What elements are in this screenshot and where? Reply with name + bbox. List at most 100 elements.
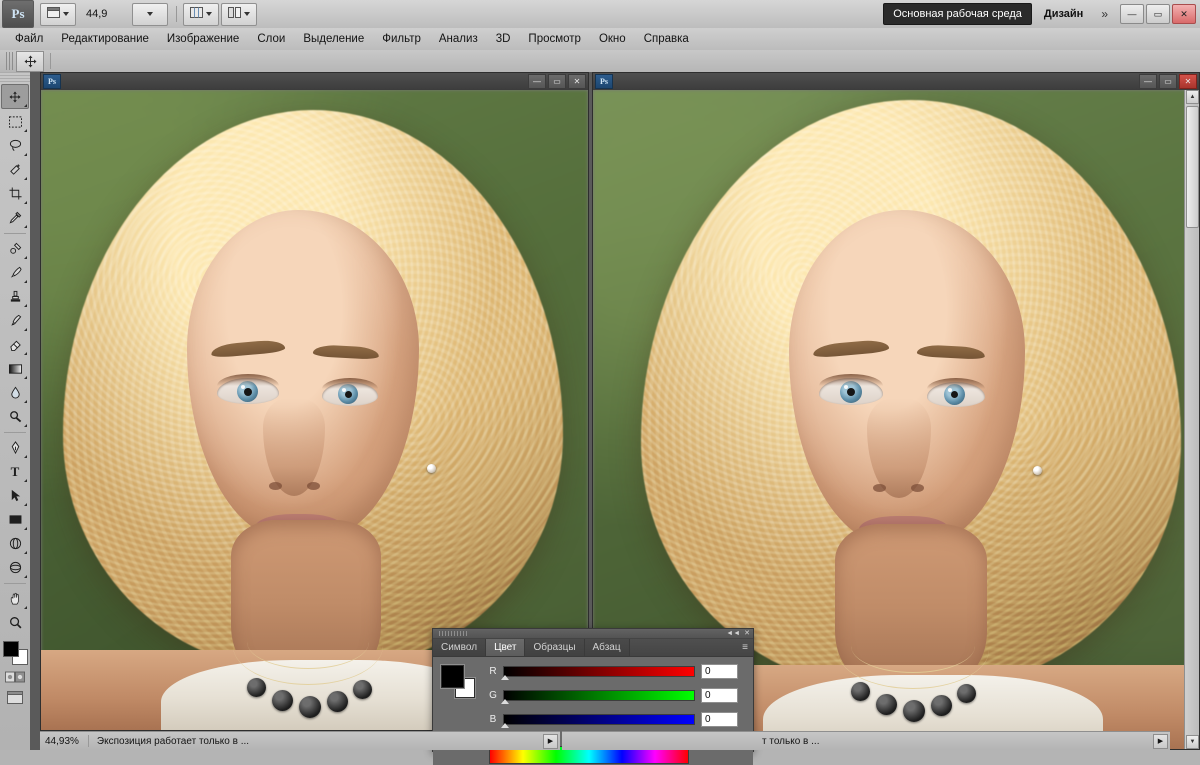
flyout-triangle-icon bbox=[24, 328, 27, 331]
color-swatches[interactable] bbox=[2, 641, 28, 665]
tool-dodge[interactable] bbox=[2, 405, 28, 428]
tool-move[interactable] bbox=[1, 84, 29, 109]
nostril-right bbox=[307, 482, 320, 490]
options-bar-gripper[interactable] bbox=[6, 52, 14, 70]
gradient-tool-icon bbox=[8, 363, 22, 374]
menu-item-file[interactable]: Файл bbox=[6, 28, 52, 50]
tool-shape[interactable] bbox=[2, 508, 28, 531]
tool-gradient[interactable] bbox=[2, 357, 28, 380]
scroll-up-arrow-icon[interactable]: ▲ bbox=[1186, 90, 1199, 104]
slider-track-b[interactable] bbox=[501, 713, 695, 728]
document-minimize-button[interactable]: — bbox=[1139, 74, 1157, 89]
document-maximize-button[interactable]: ▭ bbox=[1159, 74, 1177, 89]
workspace-overflow-chevron-icon[interactable]: » bbox=[1095, 7, 1114, 21]
slider-value-g[interactable]: 0 bbox=[701, 687, 738, 703]
slider-thumb-r[interactable] bbox=[501, 674, 509, 680]
workspace-essentials-button[interactable]: Основная рабочая среда bbox=[883, 3, 1032, 25]
necklace-bead bbox=[876, 694, 897, 715]
panel-foreground-color-swatch[interactable] bbox=[441, 665, 464, 688]
clone-stamp-tool-icon bbox=[10, 290, 20, 302]
menu-item-help[interactable]: Справка bbox=[635, 28, 698, 50]
document-maximize-button[interactable]: ▭ bbox=[548, 74, 566, 89]
tab-paragraph[interactable]: Абзац bbox=[584, 639, 630, 656]
tool-type[interactable]: T bbox=[2, 460, 28, 483]
tool-crop[interactable] bbox=[2, 182, 28, 205]
slider-track-r[interactable] bbox=[501, 665, 695, 680]
close-icon[interactable]: ✕ bbox=[744, 630, 750, 637]
screen-mode-button[interactable] bbox=[4, 688, 26, 706]
tool-spot-healing[interactable] bbox=[2, 237, 28, 260]
menu-item-image[interactable]: Изображение bbox=[158, 28, 248, 50]
necklace-bead bbox=[247, 678, 266, 697]
document-titlebar-left[interactable]: Ps — ▭ ✕ bbox=[40, 72, 589, 90]
tool-history-brush[interactable] bbox=[2, 309, 28, 332]
tools-panel: T bbox=[0, 72, 31, 750]
document-icon: Ps bbox=[43, 74, 61, 89]
appbar-tool-group: 44,9 bbox=[40, 2, 259, 26]
scroll-down-arrow-icon[interactable]: ▼ bbox=[1186, 735, 1199, 749]
slider-track-g[interactable] bbox=[501, 689, 695, 704]
active-tool-icon[interactable] bbox=[16, 50, 44, 72]
tool-eraser[interactable] bbox=[2, 333, 28, 356]
slider-value-r[interactable]: 0 bbox=[701, 663, 738, 679]
workspace-design-button[interactable]: Дизайн bbox=[1036, 4, 1091, 24]
status-bar-left: 44,93% Экспозиция работает только в ... … bbox=[40, 731, 560, 750]
maximize-button[interactable]: ▭ bbox=[1146, 4, 1170, 24]
tools-panel-gripper[interactable] bbox=[0, 72, 30, 84]
view-extras-button[interactable] bbox=[183, 2, 219, 26]
tool-lasso[interactable] bbox=[2, 134, 28, 157]
foreground-color-swatch[interactable] bbox=[3, 641, 19, 657]
document-close-button[interactable]: ✕ bbox=[568, 74, 586, 89]
collapse-icon[interactable]: ◄◄ bbox=[726, 630, 740, 637]
tool-pen[interactable] bbox=[2, 436, 28, 459]
tool-clone-stamp[interactable] bbox=[2, 285, 28, 308]
zoom-dropdown-button[interactable] bbox=[132, 2, 168, 26]
tool-eyedropper[interactable] bbox=[2, 206, 28, 229]
slider-value-b[interactable]: 0 bbox=[701, 711, 738, 727]
arrange-documents-button[interactable] bbox=[221, 2, 257, 26]
panel-color-swatches[interactable] bbox=[441, 665, 475, 698]
menu-item-edit[interactable]: Редактирование bbox=[52, 28, 158, 50]
menu-item-filter[interactable]: Фильтр bbox=[373, 28, 430, 50]
status-expand-arrow-icon[interactable]: ▶ bbox=[543, 733, 558, 749]
vertical-scrollbar-right[interactable]: ▲ ▼ bbox=[1184, 90, 1199, 749]
tab-character[interactable]: Символ bbox=[433, 639, 487, 656]
slider-label-g: G bbox=[489, 689, 497, 701]
menu-item-3d[interactable]: 3D bbox=[487, 28, 520, 50]
panel-gripper[interactable] bbox=[439, 631, 469, 636]
tool-quick-selection[interactable] bbox=[2, 158, 28, 181]
tool-blur[interactable] bbox=[2, 381, 28, 404]
document-titlebar-right[interactable]: Ps — ▭ ✕ bbox=[592, 72, 1200, 90]
tool-path-selection[interactable] bbox=[2, 484, 28, 507]
minimize-button[interactable]: — bbox=[1120, 4, 1144, 24]
document-close-button[interactable]: ✕ bbox=[1179, 74, 1197, 89]
tool-zoom[interactable] bbox=[2, 611, 28, 634]
menu-item-analysis[interactable]: Анализ bbox=[430, 28, 487, 50]
tool-hand[interactable] bbox=[2, 587, 28, 610]
scrollbar-thumb[interactable] bbox=[1186, 106, 1199, 228]
menu-item-window[interactable]: Окно bbox=[590, 28, 635, 50]
tool-brush[interactable] bbox=[2, 261, 28, 284]
tool-marquee[interactable] bbox=[2, 110, 28, 133]
window-controls: — ▭ ✕ bbox=[1118, 4, 1196, 24]
document-window-controls-left: — ▭ ✕ bbox=[526, 74, 588, 89]
quick-mask-button[interactable] bbox=[4, 669, 26, 685]
status-expand-arrow-icon[interactable]: ▶ bbox=[1153, 733, 1168, 749]
zoom-level-field[interactable]: 44,9 bbox=[82, 5, 130, 24]
menu-item-selection[interactable]: Выделение bbox=[294, 28, 373, 50]
tab-swatches[interactable]: Образцы bbox=[525, 639, 585, 656]
menu-item-layers[interactable]: Слои bbox=[248, 28, 294, 50]
tool-3d-rotate[interactable] bbox=[2, 532, 28, 555]
screen-mode-button[interactable] bbox=[40, 2, 76, 26]
panel-titlebar[interactable]: ◄◄ ✕ bbox=[433, 629, 753, 639]
menu-item-view[interactable]: Просмотр bbox=[519, 28, 590, 50]
close-button[interactable]: ✕ bbox=[1172, 4, 1196, 24]
panel-menu-icon[interactable]: ≡ bbox=[737, 639, 753, 656]
tab-color[interactable]: Цвет bbox=[486, 639, 526, 656]
slider-thumb-b[interactable] bbox=[501, 722, 509, 728]
slider-thumb-g[interactable] bbox=[501, 698, 509, 704]
document-minimize-button[interactable]: — bbox=[528, 74, 546, 89]
status-zoom-left[interactable]: 44,93% bbox=[40, 736, 84, 747]
tool-3d-orbit[interactable] bbox=[2, 556, 28, 579]
eye-pupil bbox=[951, 391, 958, 398]
